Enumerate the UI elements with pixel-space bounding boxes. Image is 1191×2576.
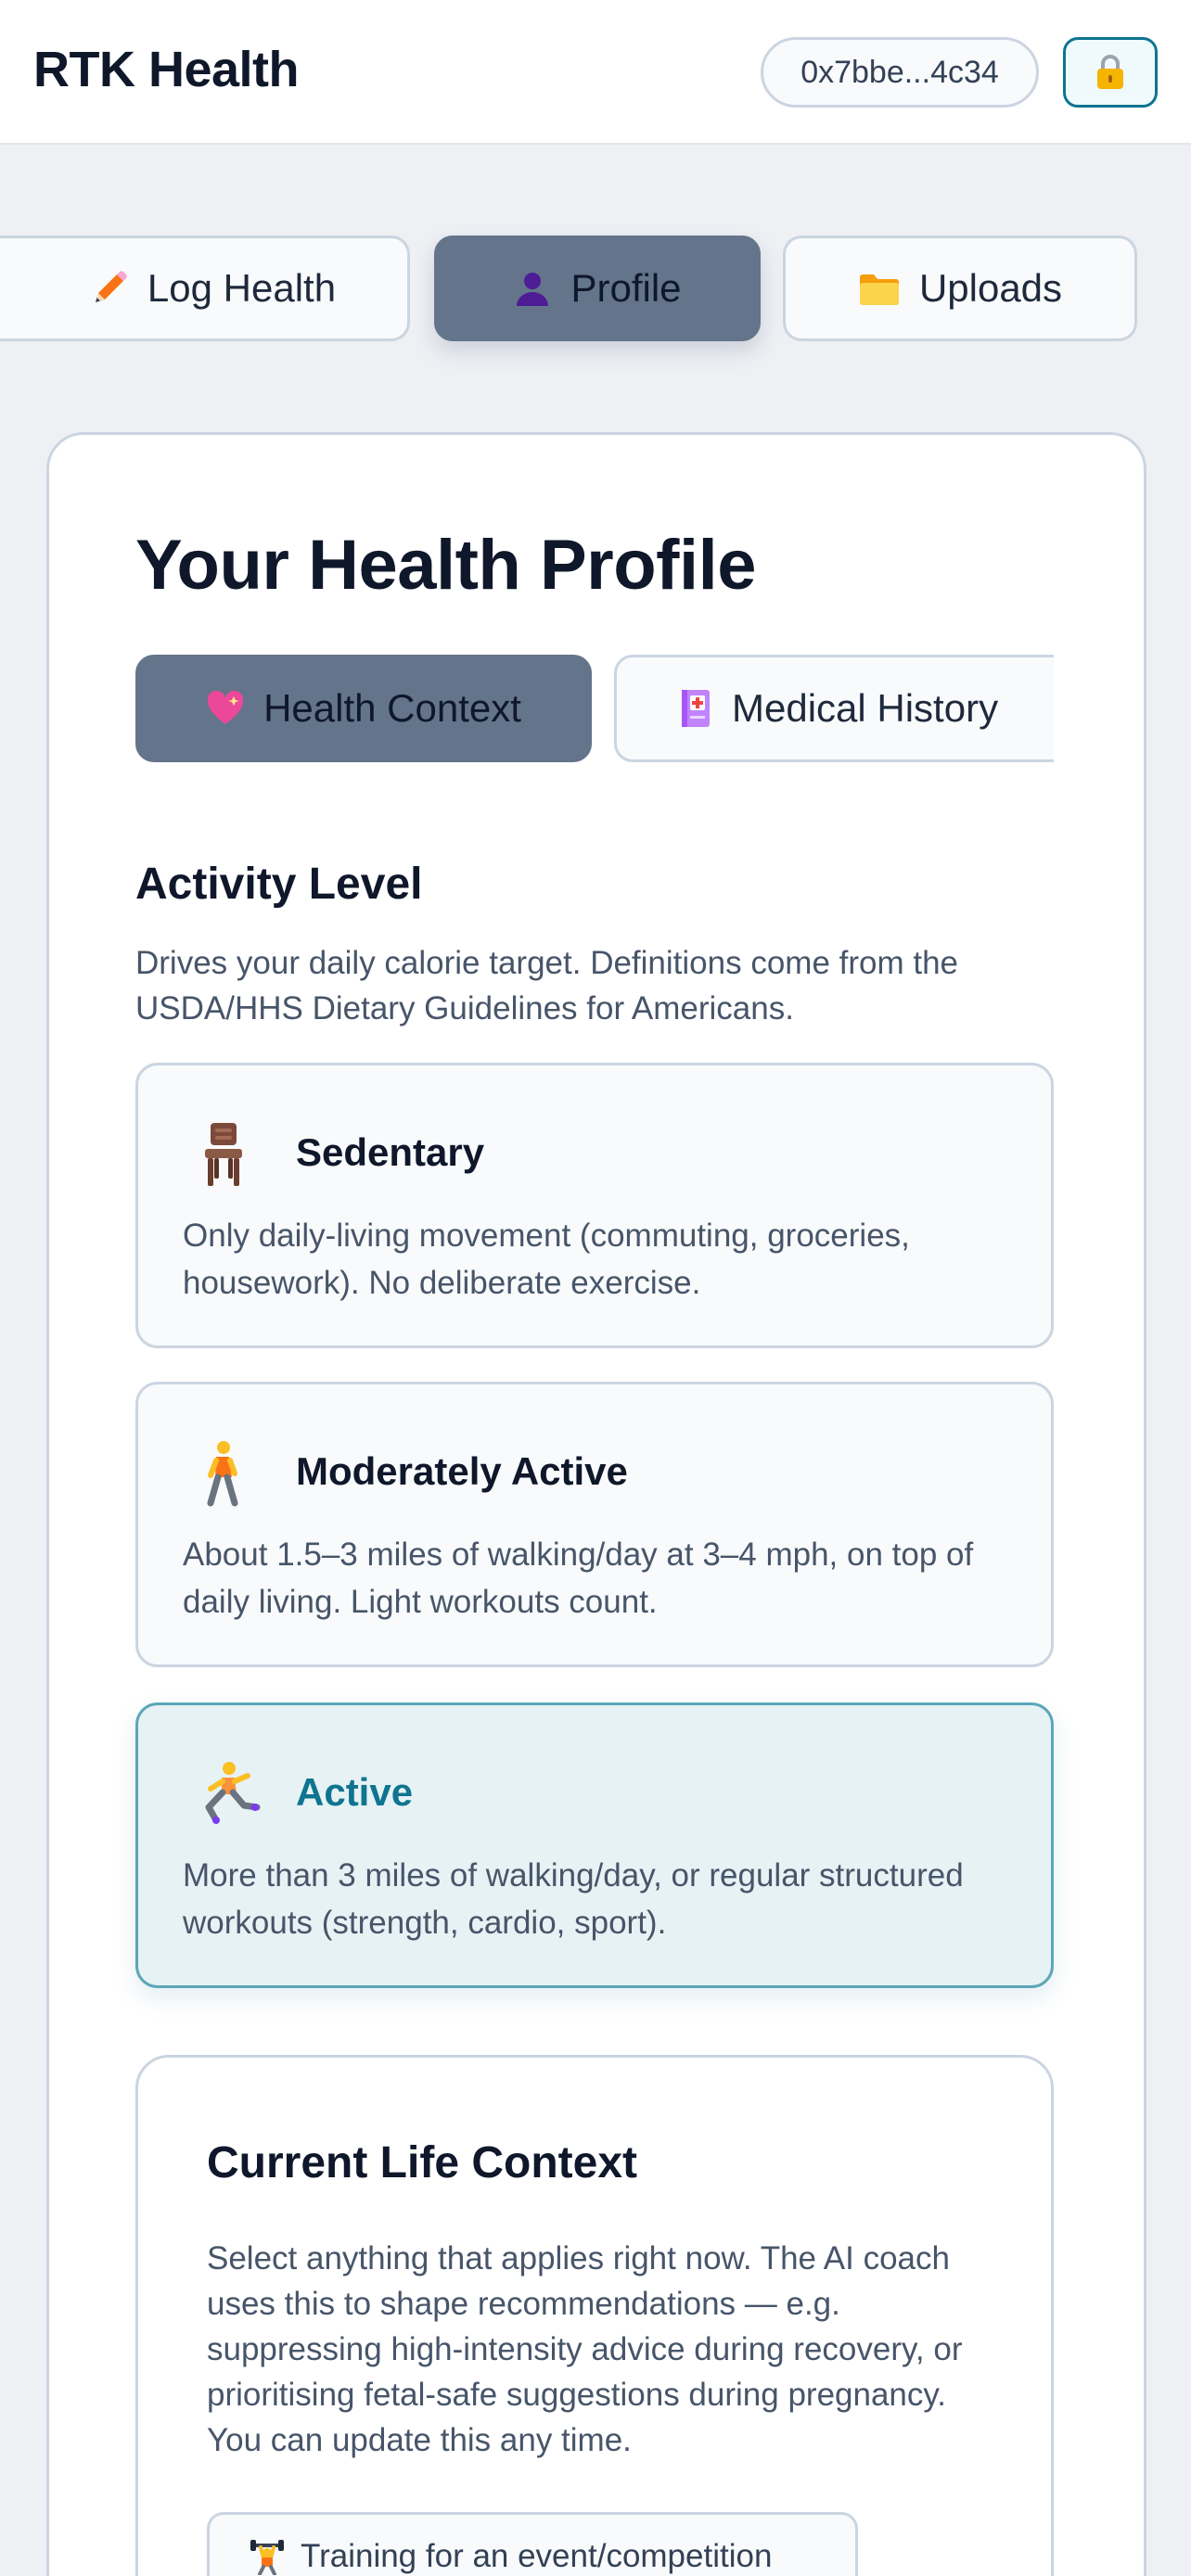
activity-level-heading: Activity Level — [135, 860, 423, 909]
activity-option-active[interactable]: Active More than 3 miles of walking/day,… — [135, 1702, 1054, 1988]
tab-health-context-label: Health Context — [263, 686, 521, 730]
tab-profile[interactable]: Profile — [434, 236, 761, 341]
medical-notebook-icon — [678, 688, 713, 729]
activity-option-title: Sedentary — [296, 1130, 485, 1174]
activity-option-moderately-active[interactable]: Moderately Active About 1.5–3 miles of w… — [135, 1382, 1054, 1667]
folder-icon — [858, 270, 901, 307]
chair-icon — [198, 1121, 257, 1188]
tab-medical-history-label: Medical History — [732, 686, 999, 730]
tab-medical-history[interactable]: Medical History — [614, 655, 1054, 762]
activity-level-description: Drives your daily calorie target. Defini… — [135, 945, 959, 1027]
activity-option-description: More than 3 miles of walking/day, or reg… — [183, 1857, 964, 1941]
activity-option-title: Moderately Active — [296, 1449, 628, 1493]
wallet-address-chip[interactable]: 0x7bbe...4c34 — [761, 37, 1039, 108]
activity-option-description: Only daily-living movement (commuting, g… — [183, 1218, 910, 1301]
app-header: RTK Health 0x7bbe...4c34 — [0, 0, 1191, 145]
heart-icon — [206, 690, 245, 727]
tab-log-health-label: Log Health — [147, 266, 337, 310]
activity-option-title: Active — [296, 1770, 414, 1814]
profile-sub-tabs: Health Context Medical History — [135, 655, 1054, 764]
page: RTK Health 0x7bbe...4c34 Log Health Prof… — [0, 0, 1191, 2576]
weightlifter-icon — [249, 2538, 286, 2575]
tab-health-context[interactable]: Health Context — [135, 655, 592, 762]
app-title: RTK Health — [33, 42, 300, 97]
tab-uploads-label: Uploads — [918, 266, 1063, 310]
activity-option-description: About 1.5–3 miles of walking/day at 3–4 … — [183, 1537, 974, 1620]
life-context-chip-training[interactable]: Training for an event/competition — [207, 2512, 858, 2576]
lock-icon — [1095, 54, 1126, 91]
life-context-chip-label: Training for an event/competition — [301, 2538, 773, 2574]
life-context-heading: Current Life Context — [207, 2138, 638, 2187]
tab-log-health[interactable]: Log Health — [0, 236, 410, 341]
activity-option-sedentary[interactable]: Sedentary Only daily-living movement (co… — [135, 1063, 1054, 1348]
main-tabs: Log Health Profile Uploads — [0, 236, 1191, 343]
pencil-icon — [90, 269, 129, 308]
tab-profile-label: Profile — [570, 266, 682, 310]
lock-button[interactable] — [1063, 37, 1158, 108]
life-context-card: Current Life Context Select anything tha… — [135, 2055, 1054, 2576]
walking-person-icon — [198, 1440, 257, 1507]
life-context-description: Select anything that applies right now. … — [207, 2240, 963, 2458]
running-person-icon — [198, 1761, 261, 1828]
person-icon — [513, 269, 552, 308]
tab-uploads[interactable]: Uploads — [783, 236, 1137, 341]
page-title: Your Health Profile — [135, 526, 756, 605]
